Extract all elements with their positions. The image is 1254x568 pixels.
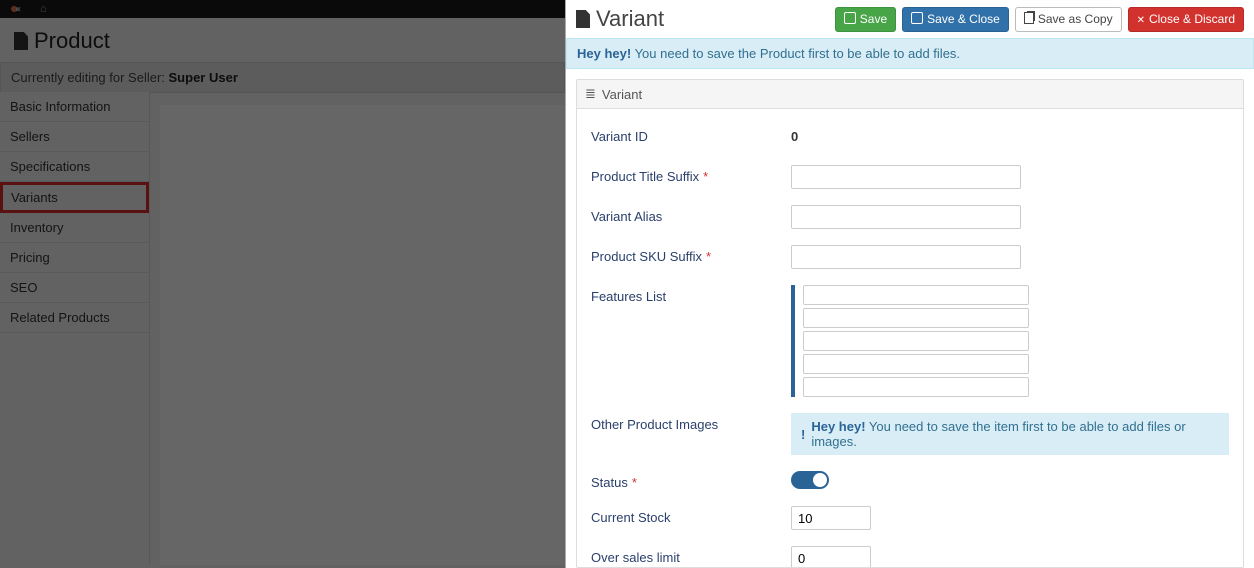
page-title: Product	[0, 18, 565, 62]
card-title: Variant	[602, 87, 642, 102]
tab-pricing[interactable]: Pricing	[0, 243, 149, 273]
copy-icon	[1024, 12, 1034, 27]
tab-seo[interactable]: SEO	[0, 273, 149, 303]
panel-title: Variant	[576, 6, 664, 32]
required-mark: *	[632, 475, 637, 490]
features-accent-bar	[791, 285, 795, 397]
list-icon	[585, 86, 596, 102]
input-feature-4[interactable]	[803, 377, 1029, 397]
joomla-logo-icon: ✦	[6, 2, 30, 16]
file-icon	[576, 10, 590, 28]
tab-sellers[interactable]: Sellers	[0, 122, 149, 152]
editing-prefix: Currently editing for Seller:	[11, 70, 169, 85]
input-variant-alias[interactable]	[791, 205, 1021, 229]
file-icon	[14, 32, 28, 50]
toggle-knob	[813, 473, 827, 487]
product-main-area	[160, 105, 565, 565]
input-feature-3[interactable]	[803, 354, 1029, 374]
save-button[interactable]: Save	[835, 7, 896, 32]
value-variant-id: 0	[791, 129, 798, 144]
label-other-images: Other Product Images	[591, 413, 791, 432]
tab-inventory[interactable]: Inventory	[0, 213, 149, 243]
status-toggle[interactable]	[791, 471, 829, 489]
exclamation-icon: !	[801, 427, 805, 442]
save-close-button[interactable]: Save & Close	[902, 7, 1009, 32]
input-oversales[interactable]	[791, 546, 871, 568]
variant-panel: Variant Save Save & Close Save as Copy C…	[565, 0, 1254, 568]
label-variant-alias: Variant Alias	[591, 205, 791, 224]
panel-title-text: Variant	[596, 6, 664, 32]
tab-specifications[interactable]: Specifications	[0, 152, 149, 182]
other-images-notice-text: You need to save the item first to be ab…	[811, 419, 1185, 449]
close-icon	[1137, 12, 1145, 26]
notice-text: You need to save the Product first to be…	[631, 46, 960, 61]
input-sku-suffix[interactable]	[791, 245, 1021, 269]
save-as-copy-button[interactable]: Save as Copy	[1015, 7, 1122, 32]
panel-notice: Hey hey! You need to save the Product fi…	[566, 38, 1254, 69]
tab-variants[interactable]: Variants	[0, 182, 149, 213]
page-title-text: Product	[34, 28, 110, 54]
label-title-suffix: Product Title Suffix	[591, 169, 699, 184]
other-images-notice: ! Hey hey! You need to save the item fir…	[791, 413, 1229, 455]
save-icon	[844, 12, 856, 27]
other-images-notice-prefix: Hey hey!	[811, 419, 865, 434]
editing-seller-bar: Currently editing for Seller: Super User	[0, 62, 565, 93]
save-icon	[911, 12, 923, 27]
input-current-stock[interactable]	[791, 506, 871, 530]
required-mark: *	[706, 249, 711, 264]
home-icon[interactable]: ⌂	[40, 3, 47, 15]
notice-prefix: Hey hey!	[577, 46, 631, 61]
label-variant-id: Variant ID	[591, 125, 791, 144]
tab-basic-information[interactable]: Basic Information	[0, 92, 149, 122]
input-feature-1[interactable]	[803, 308, 1029, 328]
close-discard-button[interactable]: Close & Discard	[1128, 7, 1244, 32]
label-features-list: Features List	[591, 285, 791, 304]
editing-seller-name: Super User	[169, 70, 238, 85]
input-feature-2[interactable]	[803, 331, 1029, 351]
required-mark: *	[703, 169, 708, 184]
label-status: Status	[591, 475, 628, 490]
label-oversales: Over sales limit	[591, 546, 791, 565]
product-tabs: Basic Information Sellers Specifications…	[0, 92, 150, 565]
label-sku-suffix: Product SKU Suffix	[591, 249, 702, 264]
label-current-stock: Current Stock	[591, 506, 791, 525]
input-title-suffix[interactable]	[791, 165, 1021, 189]
input-feature-0[interactable]	[803, 285, 1029, 305]
card-header: Variant	[577, 80, 1243, 109]
tab-related-products[interactable]: Related Products	[0, 303, 149, 333]
